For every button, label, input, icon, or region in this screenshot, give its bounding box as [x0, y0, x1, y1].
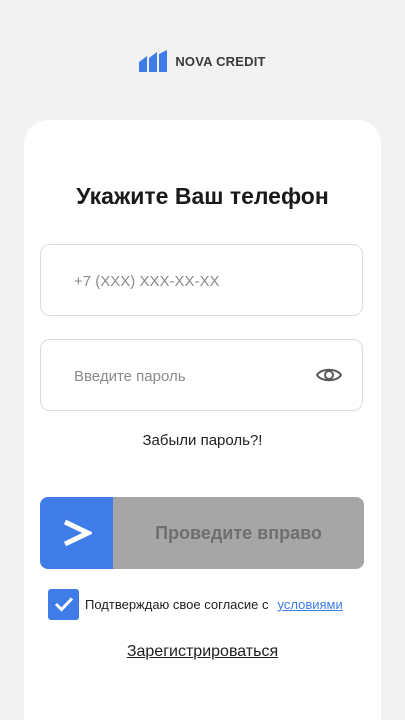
eye-icon[interactable]: [316, 366, 342, 384]
slider-handle[interactable]: [40, 497, 113, 569]
consent-text: Подтверждаю свое согласие с: [85, 596, 269, 612]
brand-logo: NOVA CREDIT: [0, 50, 405, 72]
phone-input[interactable]: [72, 245, 326, 317]
phone-field[interactable]: [40, 244, 363, 317]
login-card: [24, 120, 381, 720]
checkmark-icon: [54, 597, 73, 612]
consent-checkbox[interactable]: [48, 588, 79, 620]
password-field[interactable]: [40, 339, 363, 412]
forgot-password-link[interactable]: Забыли пароль?!: [0, 432, 405, 449]
page-title: Укажите Ваш телефон: [76, 183, 329, 209]
register-link[interactable]: Зарегистрироваться: [0, 643, 405, 661]
slider-label: Проведите вправо: [155, 522, 322, 543]
nova-credit-logo-icon: [139, 50, 168, 72]
chevron-right-icon: [63, 519, 92, 547]
swipe-slider[interactable]: Проведите вправо: [40, 497, 364, 569]
consent-row: Подтверждаю свое согласие с условиями: [48, 588, 343, 620]
brand-name: NOVA CREDIT: [175, 53, 266, 69]
terms-link[interactable]: условиями: [278, 597, 343, 612]
password-input[interactable]: [72, 340, 326, 412]
